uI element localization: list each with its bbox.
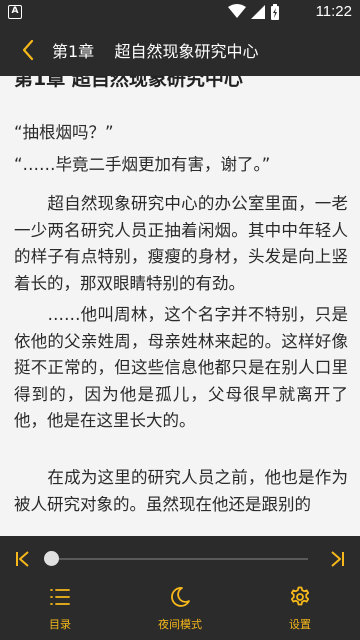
skip-previous-icon [16, 551, 29, 567]
status-time: 11:22 [315, 3, 352, 20]
gear-icon [290, 586, 310, 606]
chapter-heading: 第1章 超自然现象研究中心 [14, 76, 243, 90]
nav-settings[interactable]: 设置 [250, 584, 350, 634]
back-button[interactable] [6, 24, 50, 76]
nav-night-mode-label: 夜间模式 [158, 618, 202, 631]
paragraph: 在成为这里的研究人员之前，他也是作为被人研究对象的。虽然现在他还是跟别的 [14, 468, 348, 514]
next-chapter-button[interactable] [324, 546, 350, 572]
nav-night-mode[interactable]: 夜间模式 [130, 584, 230, 634]
paragraph: 超自然现象研究中心的办公室里面，一老一少两名研究人员正抽着闲烟。其中中年轻人的样… [14, 194, 348, 293]
paragraph: “抽根烟吗？” [14, 123, 114, 142]
nav-settings-label: 设置 [289, 618, 311, 631]
page-title: 第1章 超自然现象研究中心 [52, 42, 259, 61]
reader-control-panel: 目录 夜间模式 设置 [0, 536, 360, 640]
chapter-progress-track[interactable] [50, 558, 308, 560]
battery-charging-icon [271, 4, 279, 20]
signal-icon [251, 5, 265, 19]
list-icon [50, 589, 70, 605]
previous-chapter-button[interactable] [10, 546, 36, 572]
paragraph: “……毕竟二手烟更加有害，谢了。” [14, 155, 271, 174]
paragraph: ……他叫周林，这个名字并不特别，只是依他的父亲姓周，母亲姓林来起的。这样好像挺不… [14, 305, 348, 430]
status-bar: A 11:22 [0, 0, 360, 24]
wifi-icon [228, 4, 246, 18]
chapter-progress-thumb[interactable] [44, 551, 59, 566]
skip-next-icon [331, 551, 344, 567]
nav-catalog[interactable]: 目录 [10, 584, 110, 634]
status-icons [228, 4, 280, 20]
nav-catalog-label: 目录 [49, 618, 71, 631]
chevron-left-icon [22, 39, 34, 61]
notification-a-icon: A [8, 5, 22, 19]
app-bar: 第1章 超自然现象研究中心 [0, 24, 360, 76]
reading-content[interactable]: 第1章 超自然现象研究中心 “抽根烟吗？” “……毕竟二手烟更加有害，谢了。” … [0, 76, 360, 536]
moon-icon [171, 587, 190, 607]
